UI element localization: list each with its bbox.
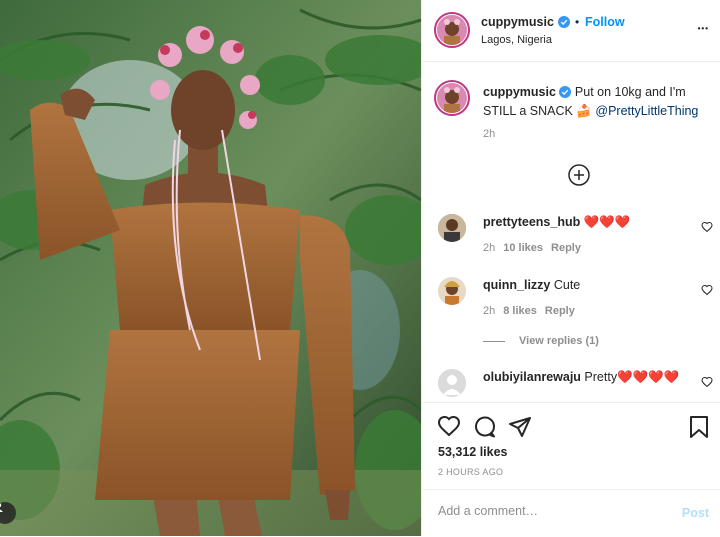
post-photo[interactable] [0,0,421,536]
comment-text: Pretty❤️❤️❤️❤️ [584,370,680,384]
caption-mention[interactable]: @PrettyLittleThing [595,104,698,118]
add-comment-bar: Post [422,489,720,537]
caption-avatar[interactable] [434,80,470,116]
comment-username[interactable]: quinn_lizzy [483,278,550,292]
photo-illustration [0,0,421,536]
comment-avatar[interactable] [438,277,466,305]
comment-time: 2h [483,242,496,254]
separator-dot: • [575,15,580,29]
comment-text: ❤️❤️❤️ [583,215,631,229]
comment-text-line: prettyteens_hub ❤️❤️❤️ [483,215,630,230]
comment-reply-button[interactable]: Reply [545,305,575,317]
comment-icon[interactable] [473,415,497,442]
comment-heart-icon[interactable] [701,221,713,236]
share-icon[interactable] [508,415,532,442]
author-avatar[interactable] [434,12,470,48]
post-timestamp: 2 HOURS AGO [438,467,504,477]
author-username[interactable]: cuppymusic [481,15,554,29]
verified-icon [559,86,572,103]
caption-text-block: cuppymusic Put on 10kg and I'm STILL a S… [483,84,708,120]
caption-username[interactable]: cuppymusic [483,85,556,99]
post-side-panel: cuppymusic • Follow Lagos, Nigeria ••• c… [421,0,720,536]
heart-icon[interactable] [437,415,461,440]
load-more-icon[interactable] [568,164,590,186]
comment-heart-icon[interactable] [701,284,713,299]
comment-text-line: olubiyilanrewaju Pretty❤️❤️❤️❤️ [483,370,679,385]
post-header: cuppymusic • Follow Lagos, Nigeria ••• [422,0,720,62]
comment-likes[interactable]: 10 likes [503,242,543,254]
view-replies-button[interactable]: View replies (1) [483,335,599,347]
comment-time: 2h [483,305,496,317]
comment-meta: 2h 8 likes Reply [483,305,575,317]
verified-icon [558,16,570,31]
likes-count[interactable]: 53,312 likes [438,445,508,459]
post-actions: 53,312 likes 2 HOURS AGO Post [422,402,720,536]
comment-avatar[interactable] [438,369,466,397]
view-replies-line [483,340,505,342]
comment-text-line: quinn_lizzy Cute [483,278,580,292]
comment-avatar[interactable] [438,214,466,242]
post-comment-button[interactable]: Post [682,506,709,520]
post-location[interactable]: Lagos, Nigeria [481,34,552,46]
comment-username[interactable]: olubiyilanrewaju [483,370,581,384]
view-replies-label: View replies (1) [519,335,599,347]
caption-time: 2h [483,128,496,140]
comment-input[interactable] [438,504,658,518]
more-options-icon[interactable]: ••• [698,24,709,33]
comment-meta: 2h 10 likes Reply [483,242,581,254]
bookmark-icon[interactable] [689,415,709,442]
comment-username[interactable]: prettyteens_hub [483,215,580,229]
comment-text: Cute [553,278,581,292]
follow-button[interactable]: Follow [585,15,625,29]
comment-heart-icon[interactable] [701,376,713,391]
comment-reply-button[interactable]: Reply [551,242,581,254]
post-modal: cuppymusic • Follow Lagos, Nigeria ••• c… [0,0,720,536]
comment-likes[interactable]: 8 likes [503,305,537,317]
